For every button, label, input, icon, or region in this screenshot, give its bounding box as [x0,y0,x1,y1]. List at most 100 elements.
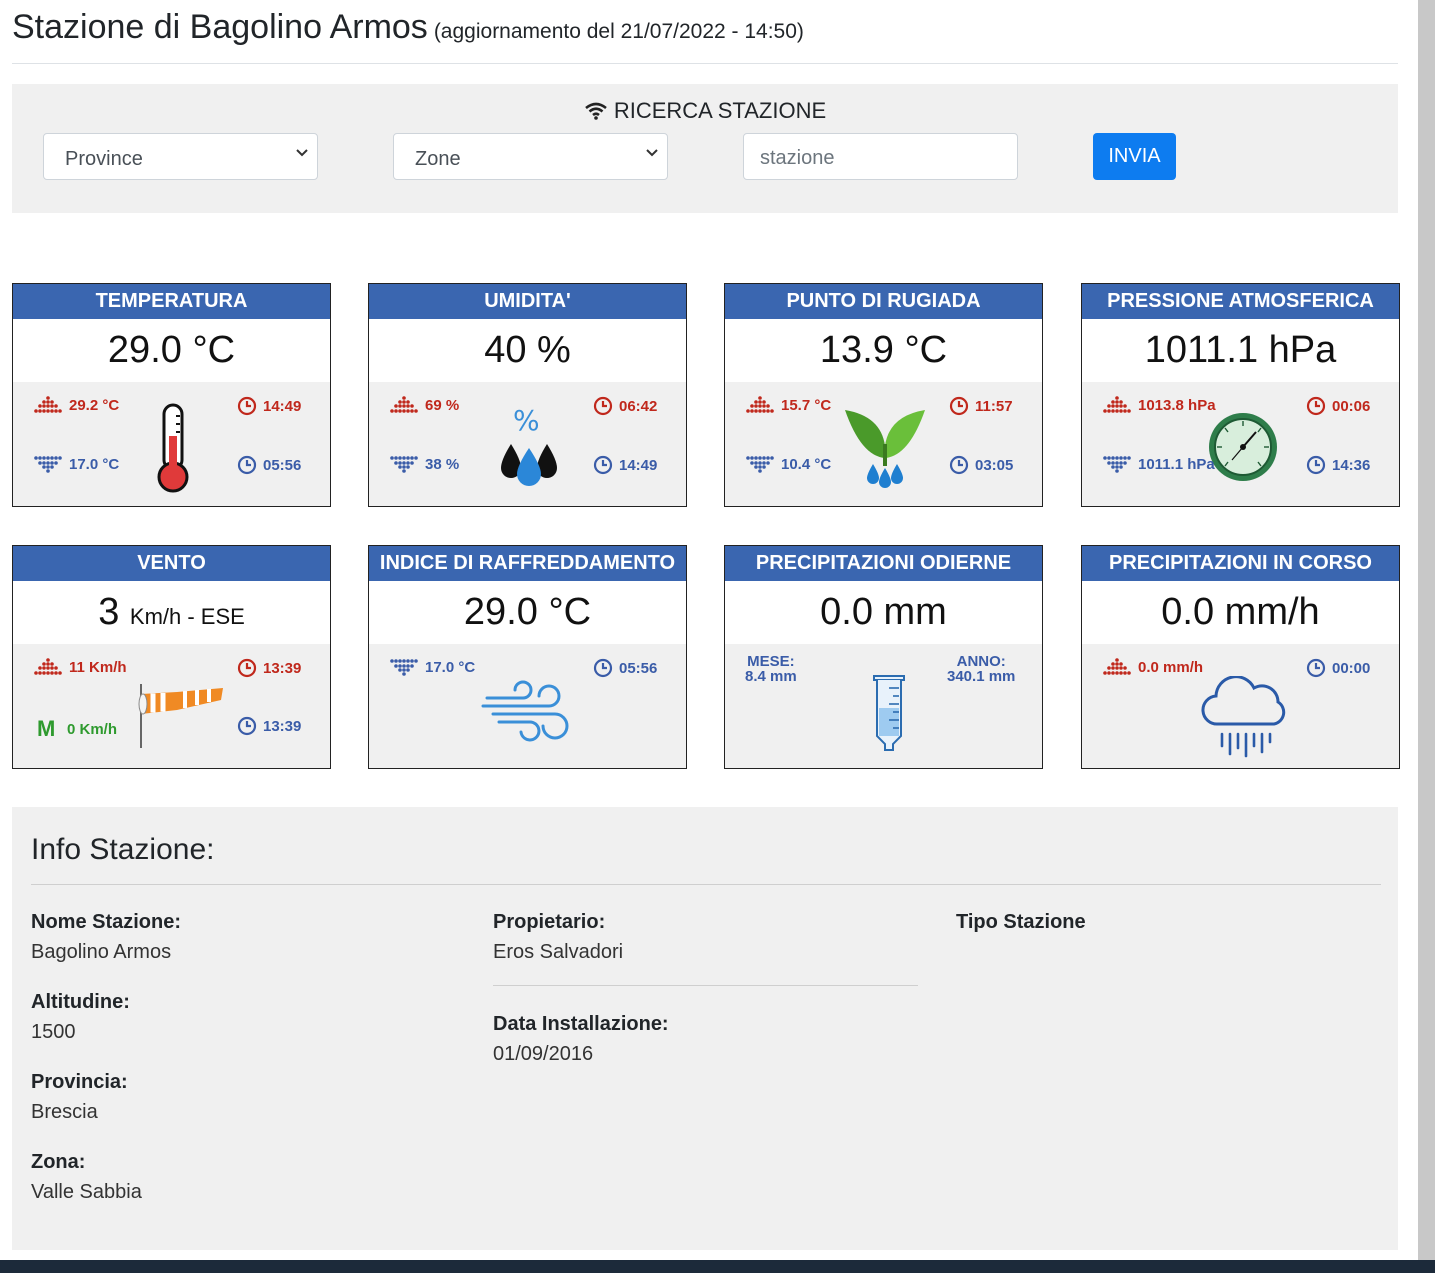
humidity-drops-icon: % [501,406,557,486]
min-value: 38 % [425,455,460,473]
page-title: Stazione di Bagolino Armos [12,8,428,46]
chevron-down-icon [295,148,309,158]
wind-speed: 3 [98,591,120,633]
max-time: 00:06 [1332,397,1371,415]
mean-badge: M [37,716,56,741]
wifi-icon [585,102,607,120]
owner-value: Eros Salvadori [493,941,624,963]
card-title: PRECIPITAZIONI ODIERNE [725,546,1042,581]
min-icon [389,658,419,676]
clock-icon [237,716,257,736]
mean-time: 13:39 [263,717,302,735]
owner-label: Propietario: [493,911,606,933]
min-time: 14:49 [619,456,658,474]
taskbar [0,1260,1435,1273]
card-vento: VENTO 3 Km/h - ESE 11 Km/h M 0 Km/h 13:39… [12,545,331,769]
card-title: VENTO [13,546,330,581]
station-info-title: Info Stazione: [31,833,215,866]
card-value: 0.0 mm [725,581,1042,644]
min-time: 05:56 [619,659,658,677]
card-pressione: PRESSIONE ATMOSFERICA 1011.1 hPa 1013.8 … [1081,283,1400,507]
divider [31,884,1381,885]
min-value: 1011.1 hPa [1138,455,1215,473]
max-icon [1102,396,1132,414]
card-precipitazioni-in-corso: PRECIPITAZIONI IN CORSO 0.0 mm/h 0.0 mm/… [1081,545,1400,769]
min-time: 14:36 [1332,456,1371,474]
min-value: 10.4 °C [781,455,832,473]
zone-select[interactable]: Zone [393,133,668,180]
svg-text:%: % [513,406,540,437]
windsock-icon [138,684,223,748]
card-precipitazioni-odierne: PRECIPITAZIONI ODIERNE 0.0 mm MESE: 8.4 m… [724,545,1043,769]
max-value: 1013.8 hPa [1138,396,1216,414]
max-time: 06:42 [619,397,658,415]
search-title: RICERCA STAZIONE [12,98,1398,124]
divider [493,985,918,986]
max-value: 29.2 °C [69,396,120,414]
clock-icon [593,396,613,416]
card-value: 3 Km/h - ESE [13,581,330,644]
min-icon [33,455,63,473]
card-title: PRECIPITAZIONI IN CORSO [1082,546,1399,581]
clock-icon [1306,658,1326,678]
altitude-value: 1500 [31,1021,76,1043]
zone-value: Valle Sabbia [31,1181,142,1203]
zone-select-value: Zone [415,148,461,170]
install-date-label: Data Installazione: [493,1013,669,1035]
wind-unit-direction: Km/h - ESE [129,604,245,629]
card-value: 1011.1 hPa [1082,319,1399,382]
chevron-down-icon [645,148,659,158]
clock-icon [593,455,613,475]
card-value: 29.0 °C [369,581,686,644]
province-value: Brescia [31,1101,98,1123]
max-time: 13:39 [263,659,302,677]
clock-icon [1306,396,1326,416]
card-value: 0.0 mm/h [1082,581,1399,644]
card-title: PRESSIONE ATMOSFERICA [1082,284,1399,319]
update-timestamp: (aggiornamento del 21/07/2022 - 14:50) [433,20,804,43]
max-value: 11 Km/h [69,658,127,676]
min-value: 17.0 °C [425,658,476,676]
submit-button[interactable]: INVIA [1093,133,1176,180]
station-input[interactable]: stazione [743,133,1018,180]
station-name-label: Nome Stazione: [31,911,182,933]
station-name-value: Bagolino Armos [31,941,172,963]
station-input-placeholder: stazione [760,147,835,169]
clock-icon [1306,455,1326,475]
min-icon [389,455,419,473]
clock-icon [593,658,613,678]
province-label: Provincia: [31,1071,128,1093]
plant-dew-icon [845,410,925,488]
card-title: PUNTO DI RUGIADA [725,284,1042,319]
card-title: UMIDITA' [369,284,686,319]
wind-icon [481,680,569,742]
clock-icon [949,396,969,416]
min-value: 17.0 °C [69,455,120,473]
max-icon [33,658,63,676]
max-time: 14:49 [263,397,302,415]
max-value: 15.7 °C [781,396,832,414]
min-icon [745,455,775,473]
province-select[interactable]: Province [43,133,318,180]
thermometer-icon [157,403,189,493]
search-title-label: RICERCA STAZIONE [613,98,827,123]
year-total: ANNO: 340.1 mm [947,654,1015,684]
min-icon [1102,455,1132,473]
scrollbar[interactable] [1418,0,1435,1260]
year-value: 340.1 mm [947,668,1016,685]
card-value: 13.9 °C [725,319,1042,382]
mean-value: 0 Km/h [67,720,118,738]
max-time: 11:57 [975,397,1013,415]
card-umidita: UMIDITA' 40 % 69 % 38 % 06:42 14:49 % [368,283,687,507]
clock-icon [237,396,257,416]
station-info-panel: Info Stazione: Nome Stazione: Bagolino A… [12,807,1398,1250]
year-label: ANNO: [956,653,1006,670]
rain-gauge-icon [873,675,905,751]
clock-icon [237,658,257,678]
search-panel: RICERCA STAZIONE Province Zone stazione … [12,84,1398,213]
max-icon [745,396,775,414]
month-total: MESE: 8.4 mm [745,654,797,684]
page-header: Stazione di Bagolino Armos (aggiornamento… [12,8,1398,64]
max-value: 69 % [425,396,460,414]
card-title: INDICE DI RAFFREDDAMENTO [369,546,686,581]
